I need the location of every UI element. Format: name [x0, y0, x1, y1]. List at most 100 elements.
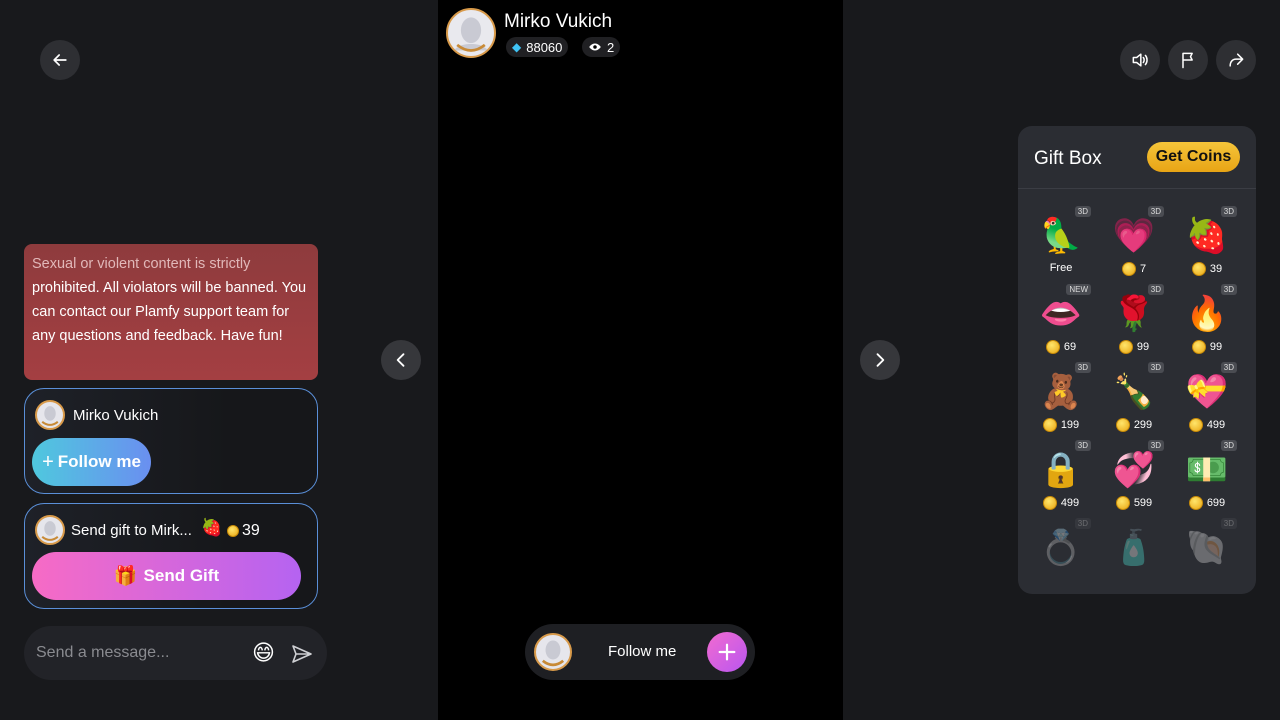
- host-name: Mirko Vukich: [504, 11, 613, 32]
- send-icon[interactable]: [290, 642, 314, 666]
- gift-item-lips[interactable]: NEW 👄 69: [1025, 284, 1095, 358]
- host-mini-avatar[interactable]: [534, 633, 572, 671]
- follow-me-label: Follow me: [57, 452, 141, 471]
- gift-price: 499: [1025, 496, 1097, 510]
- follow-me-button[interactable]: + Follow me: [32, 438, 151, 486]
- gift-item-ring[interactable]: 3D 💍: [1025, 518, 1095, 592]
- gift-price: 99: [1098, 340, 1170, 354]
- coin-icon: [1115, 496, 1130, 510]
- gift-item-rose[interactable]: 3D 🌹 99: [1098, 284, 1168, 358]
- coin-icon: [1191, 262, 1206, 276]
- message-composer: 😄: [24, 626, 327, 680]
- get-coins-button[interactable]: Get Coins: [1147, 142, 1240, 172]
- gift-item-shell[interactable]: 3D 🐚: [1171, 518, 1241, 592]
- gift-item-teddy-bear[interactable]: 3D 🧸 199: [1025, 362, 1095, 436]
- previous-room-button[interactable]: [381, 340, 421, 380]
- gift-item-champagne[interactable]: 3D 🍾 299: [1098, 362, 1168, 436]
- sound-button[interactable]: [1120, 40, 1160, 80]
- double-hearts-icon: 💞: [1112, 451, 1156, 489]
- gift-card-price-value: 39: [242, 522, 260, 539]
- gift-item-follow-heart[interactable]: 3D 💗 7: [1098, 206, 1168, 280]
- follow-bar-label: Follow me: [608, 643, 677, 660]
- host-avatar[interactable]: [446, 8, 496, 58]
- ring-icon: 💍: [1039, 529, 1083, 567]
- diamond-count: ◆ 88060: [506, 37, 569, 57]
- gift-price: 99: [1171, 340, 1243, 354]
- gift-item-perfume[interactable]: 🧴: [1098, 518, 1168, 592]
- plus-icon: +: [42, 450, 54, 473]
- avatar-placeholder-icon: [41, 406, 59, 426]
- gift-price-value: 7: [1139, 263, 1147, 275]
- divider: [1018, 188, 1256, 189]
- send-gift-button[interactable]: 🎁 Send Gift: [32, 552, 301, 600]
- gift-price-value: 199: [1060, 419, 1080, 431]
- share-icon: [1229, 53, 1244, 67]
- chevron-right-icon: [876, 353, 885, 367]
- gift-item-strawberry[interactable]: 3D 🍓 39: [1171, 206, 1241, 280]
- gift-item-heart-gift-box[interactable]: 3D 💝 499: [1171, 362, 1241, 436]
- avatar-placeholder-icon: [541, 640, 565, 667]
- emoji-icon[interactable]: 😄: [252, 639, 275, 667]
- follow-plus-button[interactable]: [707, 632, 747, 672]
- follow-card-name: Mirko Vukich: [73, 407, 159, 424]
- coin-icon: [1045, 340, 1060, 354]
- coin-icon: [227, 525, 239, 537]
- gift-price: 299: [1098, 418, 1170, 432]
- gift-item-fire[interactable]: 3D 🔥 99: [1171, 284, 1241, 358]
- gift-box-panel: Gift Box Get Coins 3D 🦜 Free 3D 💗 7 3D 🍓 39 NEW 👄 6…: [1018, 126, 1256, 594]
- gift-price-value: 699: [1206, 497, 1226, 509]
- coin-icon: [1118, 340, 1133, 354]
- champagne-icon: 🍾: [1112, 373, 1156, 411]
- diamond-value: 88060: [526, 39, 563, 55]
- heart-lock-icon: 🔒: [1039, 451, 1083, 489]
- live-room: Mirko Vukich ◆ 88060 2 Follow me Sexual …: [0, 0, 1280, 720]
- gift-item-money-stack[interactable]: 3D 💵 699: [1171, 440, 1241, 514]
- eye-icon: [589, 43, 601, 51]
- share-button[interactable]: [1216, 40, 1256, 80]
- gift-price-value: 39: [1209, 263, 1223, 275]
- gift-item-heart-lock[interactable]: 3D 🔒 499: [1025, 440, 1095, 514]
- gift-price: Free: [1025, 262, 1097, 274]
- gift-price-value: 299: [1133, 419, 1153, 431]
- follow-card-avatar: [35, 400, 65, 430]
- notice-text: prohibited. All violators will be banned…: [32, 280, 307, 344]
- send-gift-card: Send gift to Mirk... 🍓 39 🎁 Send Gift: [24, 503, 318, 609]
- viewer-value: 2: [607, 39, 615, 55]
- coin-icon: [1115, 418, 1130, 432]
- teddy-bear-icon: 🧸: [1039, 373, 1083, 411]
- gift-icon: 🎁: [113, 566, 138, 587]
- coin-icon: [1188, 418, 1203, 432]
- follow-bar: Follow me: [525, 624, 755, 680]
- diamond-icon: ◆: [512, 40, 522, 54]
- coin-icon: [1042, 418, 1057, 432]
- gift-price-value: 599: [1133, 497, 1153, 509]
- send-gift-label: Send Gift: [143, 566, 220, 585]
- plus-icon: [718, 643, 736, 661]
- gift-box-title: Gift Box: [1034, 148, 1102, 169]
- avatar-placeholder-icon: [41, 521, 59, 541]
- gift-item-hi-bird[interactable]: 3D 🦜 Free: [1025, 206, 1095, 280]
- video-stage[interactable]: [438, 0, 843, 720]
- gift-item-double-hearts[interactable]: 3D 💞 599: [1098, 440, 1168, 514]
- message-input[interactable]: [36, 640, 246, 666]
- gift-card-avatar: [35, 515, 65, 545]
- gift-price-value: Free: [1049, 262, 1073, 274]
- coin-icon: [1188, 496, 1203, 510]
- back-button[interactable]: [40, 40, 80, 80]
- gift-price: 69: [1025, 340, 1097, 354]
- fire-icon: 🔥: [1185, 295, 1229, 333]
- viewer-count: 2: [582, 37, 621, 57]
- coin-icon: [1121, 262, 1136, 276]
- gift-price-value: 499: [1060, 497, 1080, 509]
- report-button[interactable]: [1168, 40, 1208, 80]
- gift-price-value: 499: [1206, 419, 1226, 431]
- gift-card-price: 39: [227, 522, 260, 540]
- coin-icon: [1191, 340, 1206, 354]
- community-notice: Sexual or violent content is strictly pr…: [24, 244, 318, 380]
- money-stack-icon: 💵: [1185, 451, 1229, 489]
- perfume-icon: 🧴: [1112, 529, 1156, 567]
- gift-price-value: 99: [1136, 341, 1150, 353]
- next-room-button[interactable]: [860, 340, 900, 380]
- coin-icon: [1042, 496, 1057, 510]
- follow-heart-icon: 💗: [1112, 217, 1156, 255]
